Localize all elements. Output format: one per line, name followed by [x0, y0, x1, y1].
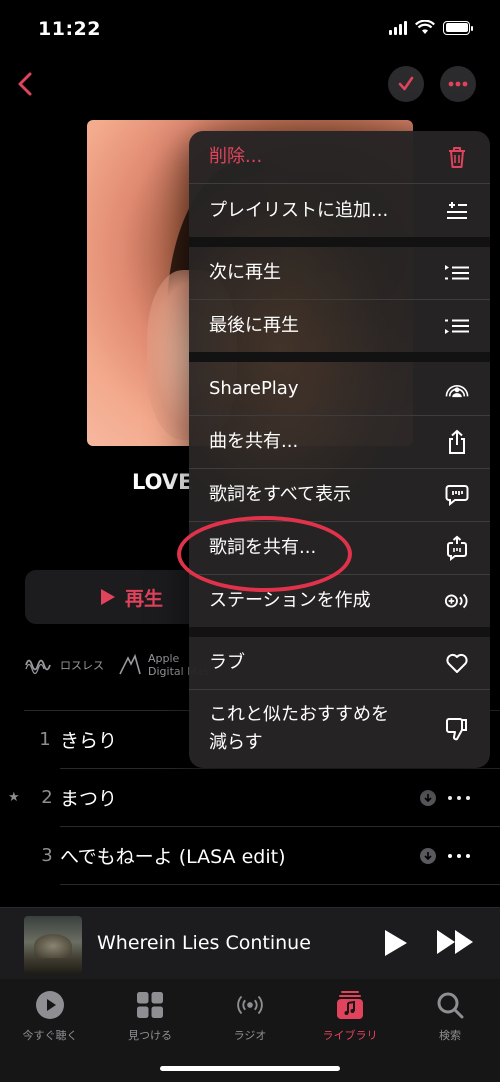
- track-number: 1: [39, 729, 51, 750]
- wifi-icon: [415, 20, 435, 34]
- lossless-label: ロスレス: [60, 659, 104, 672]
- track-row[interactable]: 3 へでもねーよ (LASA edit): [41, 826, 500, 884]
- adm-icon: [119, 654, 141, 675]
- tab-library[interactable]: ライブラリ: [300, 989, 400, 1043]
- add-to-playlist-icon: [444, 198, 470, 224]
- menu-item-suggest-less[interactable]: これと似たおすすめを 減らす: [189, 690, 490, 768]
- track-title: まつり: [60, 788, 118, 810]
- tab-label: ライブラリ: [322, 1029, 378, 1042]
- tab-radio[interactable]: ラジオ: [200, 989, 300, 1043]
- station-icon: [444, 588, 470, 614]
- lyrics-icon: [444, 482, 470, 508]
- menu-item-add-to-playlist[interactable]: プレイリストに追加...: [189, 184, 490, 237]
- menu-item-shareplay[interactable]: SharePlay: [189, 362, 490, 415]
- highlight-circle: [177, 516, 352, 592]
- more-options-button[interactable]: [440, 66, 476, 102]
- track-more-button[interactable]: [448, 853, 470, 858]
- menu-item-label: SharePlay: [209, 377, 299, 399]
- home-indicator: [160, 1066, 340, 1071]
- play-icon: [101, 589, 115, 605]
- play-circle-icon: [34, 989, 66, 1021]
- menu-item-label: ステーションを作成: [209, 590, 371, 611]
- menu-item-label: 曲を共有...: [209, 431, 299, 452]
- download-icon[interactable]: [420, 789, 436, 806]
- track-title: きらり: [60, 730, 118, 752]
- tab-browse[interactable]: 見つける: [100, 989, 200, 1043]
- menu-item-play-last[interactable]: 最後に再生: [189, 300, 490, 352]
- mini-player[interactable]: Wherein Lies Continue: [0, 907, 500, 979]
- track-number: 3: [41, 845, 53, 866]
- status-time: 11:22: [38, 18, 101, 40]
- radio-icon: [234, 989, 266, 1021]
- track-row[interactable]: ★ 2 まつり: [8, 768, 500, 826]
- shareplay-icon: [444, 376, 470, 402]
- menu-item-label: 最後に再生: [209, 315, 299, 336]
- ellipsis-icon: [448, 81, 468, 87]
- play-icon[interactable]: [385, 930, 407, 956]
- status-bar: 11:22: [0, 0, 500, 58]
- menu-item-label: これと似たおすすめを 減らす: [209, 701, 389, 757]
- library-icon: [334, 989, 366, 1021]
- play-last-icon: [444, 313, 470, 339]
- menu-item-label: 歌詞をすべて表示: [209, 484, 352, 505]
- share-icon: [444, 429, 470, 455]
- menu-item-label-line1: これと似たおすすめを: [209, 704, 389, 725]
- menu-item-label: ラブ: [209, 652, 245, 673]
- menu-item-view-all-lyrics[interactable]: 歌詞をすべて表示: [189, 469, 490, 521]
- trash-icon: [444, 144, 470, 170]
- track-title: へでもねーよ (LASA edit): [60, 846, 286, 868]
- menu-item-label: プレイリストに追加...: [209, 199, 389, 221]
- tab-label: 今すぐ聴く: [22, 1029, 78, 1042]
- signal-icon: [389, 20, 407, 35]
- fast-forward-icon[interactable]: [437, 930, 473, 954]
- play-next-icon: [444, 260, 470, 286]
- grid-icon: [134, 989, 166, 1021]
- track-more-button[interactable]: [448, 795, 470, 800]
- menu-item-share-song[interactable]: 曲を共有...: [189, 416, 490, 468]
- menu-item-love[interactable]: ラブ: [189, 637, 490, 689]
- tab-listen-now[interactable]: 今すぐ聴く: [0, 989, 100, 1043]
- battery-icon: [443, 20, 473, 35]
- tab-search[interactable]: 検索: [400, 989, 500, 1043]
- lossless-icon: [25, 659, 51, 675]
- menu-item-label-line2: 減らす: [209, 732, 263, 753]
- menu-item-play-next[interactable]: 次に再生: [189, 247, 490, 299]
- chevron-left-icon: [18, 72, 32, 96]
- mini-player-artwork: [24, 916, 82, 974]
- share-lyrics-icon: [444, 535, 470, 561]
- back-button[interactable]: [10, 64, 46, 104]
- menu-item-label: 削除...: [209, 146, 263, 167]
- checkmark-icon: [398, 76, 414, 91]
- lossless-badge: ロスレス: [24, 654, 104, 676]
- track-number: 2: [41, 787, 53, 808]
- tab-label: 検索: [439, 1029, 461, 1042]
- menu-item-delete[interactable]: 削除...: [189, 131, 490, 183]
- status-icons: [389, 20, 473, 35]
- tab-label: ラジオ: [233, 1029, 267, 1042]
- select-button[interactable]: [388, 66, 424, 102]
- heart-icon: [444, 650, 470, 676]
- play-label: 再生: [125, 587, 164, 610]
- download-icon[interactable]: [420, 847, 436, 864]
- mini-player-title: Wherein Lies Continue: [97, 932, 311, 954]
- menu-item-label: 次に再生: [209, 262, 281, 283]
- search-icon: [434, 989, 466, 1021]
- thumbs-down-icon: [444, 716, 470, 742]
- context-menu: 削除... プレイリストに追加... 次に再生 最後に再生 SharePlay …: [189, 131, 490, 768]
- star-icon: ★: [8, 790, 20, 805]
- album-title: LOVE: [132, 470, 193, 494]
- format-badges: ロスレス Apple Digital Mas: [24, 652, 209, 678]
- tab-label: 見つける: [128, 1029, 172, 1042]
